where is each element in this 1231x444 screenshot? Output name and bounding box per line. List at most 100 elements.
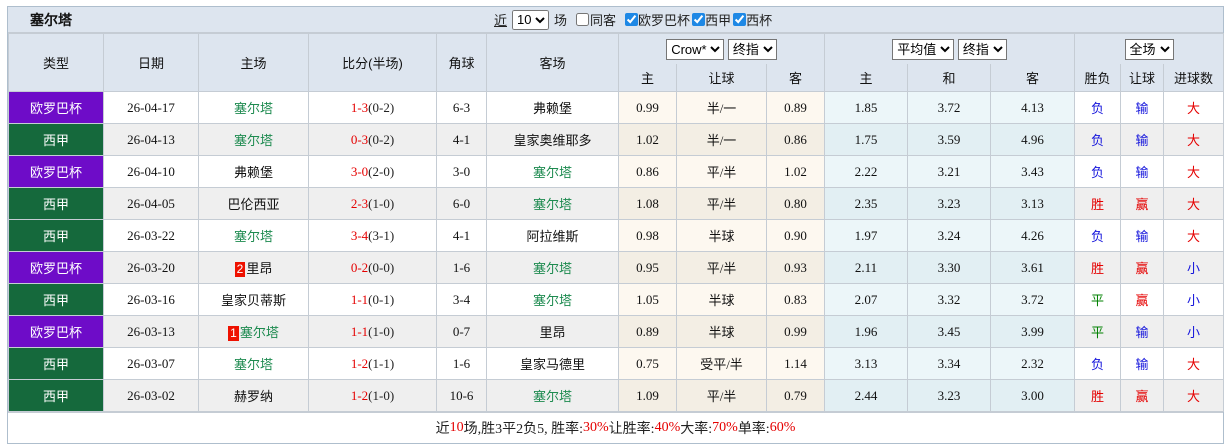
- table-row: 西甲 26-03-02 赫罗纳 1-2(1-0) 10-6 塞尔塔 1.09 平…: [9, 380, 1224, 412]
- odds-home-cell: 0.99: [619, 92, 677, 124]
- same-away-label: 同客: [590, 10, 616, 29]
- corners-cell: 3-0: [437, 156, 487, 188]
- league-badge: 欧罗巴杯: [9, 252, 104, 284]
- league-badge: 西甲: [9, 284, 104, 316]
- away-team-name[interactable]: 弗赖堡: [533, 101, 572, 116]
- home-team-name[interactable]: 塞尔塔: [234, 133, 273, 148]
- home-team-name[interactable]: 巴伦西亚: [227, 197, 279, 212]
- avg-home-cell: 2.22: [825, 156, 908, 188]
- score-cell: 0-2(0-0): [309, 252, 437, 284]
- result-outcome-cell: 负: [1075, 348, 1121, 380]
- odds-handicap-cell: 半球: [677, 316, 767, 348]
- home-team-cell: 塞尔塔: [199, 124, 309, 156]
- corners-cell: 4-1: [437, 124, 487, 156]
- league-badge: 西甲: [9, 188, 104, 220]
- result-goals-cell: 大: [1164, 188, 1224, 220]
- table-row: 欧罗巴杯 26-04-10 弗赖堡 3-0(2-0) 3-0 塞尔塔 0.86 …: [9, 156, 1224, 188]
- avg-draw-cell: 3.21: [908, 156, 991, 188]
- odds-away-cell: 0.99: [767, 316, 825, 348]
- away-team-name[interactable]: 塞尔塔: [533, 293, 572, 308]
- odds-company-select[interactable]: Crow*: [666, 39, 724, 60]
- home-team-name[interactable]: 皇家贝蒂斯: [221, 293, 286, 308]
- home-team-cell: 赫罗纳: [199, 380, 309, 412]
- league-filter-checkbox[interactable]: [625, 13, 638, 26]
- corners-cell: 3-4: [437, 284, 487, 316]
- score-cell: 2-3(1-0): [309, 188, 437, 220]
- match-date: 26-03-16: [104, 284, 199, 316]
- away-team-name[interactable]: 阿拉维斯: [526, 229, 578, 244]
- summary-stat-segment: 40%: [655, 420, 681, 436]
- home-team-name[interactable]: 塞尔塔: [234, 229, 273, 244]
- odds-away-cell: 0.89: [767, 92, 825, 124]
- home-team-name[interactable]: 弗赖堡: [234, 165, 273, 180]
- fulltime-score: 0-3: [351, 132, 368, 147]
- halftime-score: (0-2): [368, 132, 394, 147]
- away-team-cell: 里昂: [487, 316, 619, 348]
- away-team-name[interactable]: 皇家马德里: [520, 357, 585, 372]
- league-filter-checkbox[interactable]: [692, 13, 705, 26]
- avg-home-cell: 3.13: [825, 348, 908, 380]
- near-link[interactable]: 近: [494, 10, 507, 29]
- league-filter-checkbox[interactable]: [733, 13, 746, 26]
- home-team-cell: 塞尔塔: [199, 220, 309, 252]
- same-away-checkbox[interactable]: [576, 13, 589, 26]
- match-count-select[interactable]: 10: [512, 10, 549, 30]
- away-team-name[interactable]: 里昂: [539, 325, 565, 340]
- league-filter: 西甲: [692, 10, 731, 29]
- home-team-name[interactable]: 赫罗纳: [234, 389, 273, 404]
- summary-stat-segment: 单率:: [738, 418, 770, 438]
- away-team-name[interactable]: 皇家奥维耶多: [513, 133, 591, 148]
- result-handicap-cell: 输: [1121, 220, 1164, 252]
- match-date: 26-03-22: [104, 220, 199, 252]
- halftime-score: (0-1): [368, 292, 394, 307]
- away-team-cell: 塞尔塔: [487, 252, 619, 284]
- col-header-type: 类型: [9, 34, 104, 92]
- avg-away-cell: 3.00: [991, 380, 1075, 412]
- home-team-name[interactable]: 里昂: [246, 261, 272, 276]
- table-row: 欧罗巴杯 26-04-17 塞尔塔 1-3(0-2) 6-3 弗赖堡 0.99 …: [9, 92, 1224, 124]
- result-goals-cell: 小: [1164, 252, 1224, 284]
- odds-type-select[interactable]: 终指: [728, 39, 777, 60]
- odds-group-header: Crow* 终指: [619, 34, 825, 65]
- away-team-name[interactable]: 塞尔塔: [533, 389, 572, 404]
- avg-company-select[interactable]: 平均值: [892, 39, 954, 60]
- odds-handicap-cell: 平/半: [677, 380, 767, 412]
- home-team-name[interactable]: 塞尔塔: [234, 357, 273, 372]
- summary-stat-segment: 大率:: [680, 418, 712, 438]
- home-team-cell: 巴伦西亚: [199, 188, 309, 220]
- away-team-name[interactable]: 塞尔塔: [533, 197, 572, 212]
- odds-handicap-cell: 平/半: [677, 188, 767, 220]
- corners-cell: 10-6: [437, 380, 487, 412]
- match-history-table: 类型 日期 主场 比分(半场) 角球 客场 Crow* 终指 平均值: [8, 33, 1224, 412]
- home-team-name[interactable]: 塞尔塔: [240, 325, 279, 340]
- corners-cell: 4-1: [437, 220, 487, 252]
- avg-type-select[interactable]: 终指: [958, 39, 1007, 60]
- league-filter-label: 西杯: [746, 10, 772, 29]
- result-scope-select[interactable]: 全场: [1125, 39, 1174, 60]
- fulltime-score: 1-2: [351, 388, 368, 403]
- avg-draw-cell: 3.45: [908, 316, 991, 348]
- table-row: 西甲 26-03-16 皇家贝蒂斯 1-1(0-1) 3-4 塞尔塔 1.05 …: [9, 284, 1224, 316]
- halftime-score: (1-1): [368, 356, 394, 371]
- avg-away-cell: 3.43: [991, 156, 1075, 188]
- league-badge: 欧罗巴杯: [9, 92, 104, 124]
- avg-home-cell: 2.07: [825, 284, 908, 316]
- away-team-name[interactable]: 塞尔塔: [533, 165, 572, 180]
- match-date: 26-03-20: [104, 252, 199, 284]
- odds-handicap-cell: 受平/半: [677, 348, 767, 380]
- avg-draw-cell: 3.32: [908, 284, 991, 316]
- title-bar: 塞尔塔 近 10 场 同客 欧罗巴杯西甲西杯: [8, 7, 1223, 33]
- odds-home-cell: 0.75: [619, 348, 677, 380]
- table-row: 西甲 26-04-13 塞尔塔 0-3(0-2) 4-1 皇家奥维耶多 1.02…: [9, 124, 1224, 156]
- summary-stats: 近10场,胜3平2负5, 胜率:30% 让胜率:40% 大率:70% 单率:60…: [8, 412, 1223, 443]
- odds-away-cell: 0.80: [767, 188, 825, 220]
- match-date: 26-03-02: [104, 380, 199, 412]
- result-outcome-cell: 胜: [1075, 252, 1121, 284]
- league-badge: 欧罗巴杯: [9, 316, 104, 348]
- odds-handicap-cell: 平/半: [677, 252, 767, 284]
- result-outcome-cell: 负: [1075, 124, 1121, 156]
- away-team-name[interactable]: 塞尔塔: [533, 261, 572, 276]
- home-team-name[interactable]: 塞尔塔: [234, 101, 273, 116]
- score-cell: 3-4(3-1): [309, 220, 437, 252]
- fulltime-score: 0-2: [351, 260, 368, 275]
